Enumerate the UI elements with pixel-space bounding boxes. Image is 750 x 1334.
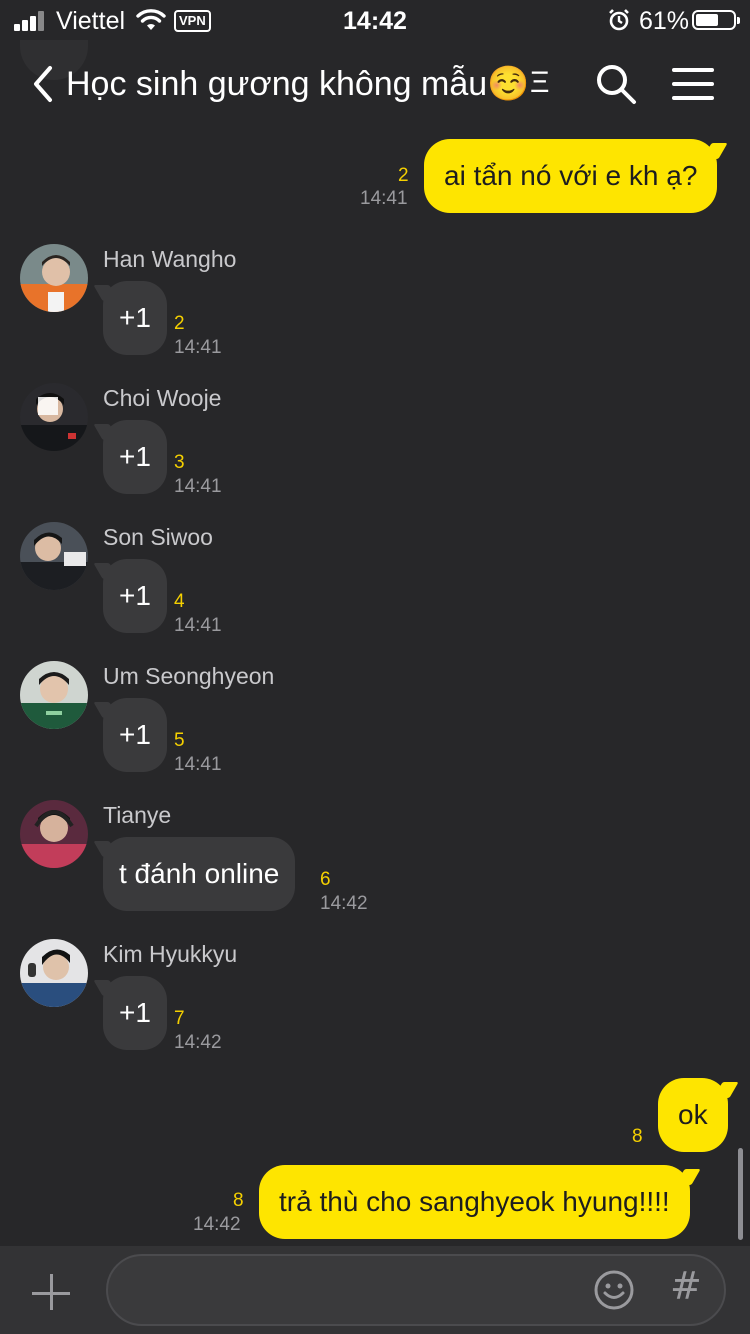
unread-count: 3 bbox=[174, 452, 185, 473]
status-bar: Viettel VPN 14:42 61% bbox=[0, 0, 750, 40]
battery-percentage: 61% bbox=[639, 7, 690, 35]
avatar[interactable] bbox=[20, 939, 88, 1007]
message-time: 14:42 bbox=[320, 893, 368, 914]
avatar[interactable] bbox=[20, 800, 88, 868]
unread-count: 8 bbox=[233, 1190, 244, 1211]
sender-name: Choi Wooje bbox=[103, 385, 222, 411]
sender-name: Tianye bbox=[103, 802, 172, 828]
their-message-bubble[interactable]: +1 bbox=[103, 976, 167, 1050]
message-input[interactable] bbox=[132, 1270, 582, 1310]
my-message-bubble[interactable]: trả thù cho sanghyeok hyung!!!! bbox=[259, 1165, 690, 1239]
message-time: 14:41 bbox=[174, 337, 222, 358]
avatar[interactable] bbox=[20, 383, 88, 451]
unread-count: 7 bbox=[174, 1008, 185, 1029]
sender-name: Son Siwoo bbox=[103, 524, 213, 550]
message-time: 14:41 bbox=[174, 754, 222, 775]
unread-count: 2 bbox=[174, 313, 185, 334]
their-message-bubble[interactable]: +1 bbox=[103, 281, 167, 355]
avatar[interactable] bbox=[20, 661, 88, 729]
emoji-icon[interactable] bbox=[592, 1268, 636, 1312]
sender-name: Kim Hyukkyu bbox=[103, 941, 238, 967]
message-time: 14:41 bbox=[360, 188, 408, 209]
message-input-container[interactable]: # bbox=[106, 1254, 726, 1326]
search-icon[interactable] bbox=[594, 62, 638, 106]
scrollbar[interactable] bbox=[738, 1148, 743, 1240]
their-message-bubble[interactable]: +1 bbox=[103, 698, 167, 772]
battery-icon bbox=[692, 10, 740, 30]
avatar[interactable] bbox=[20, 244, 88, 312]
sender-name: Um Seonghyeon bbox=[103, 663, 275, 689]
hashtag-icon[interactable]: # bbox=[670, 1264, 702, 1308]
message-input-bar: # bbox=[0, 1246, 750, 1334]
status-time: 14:42 bbox=[343, 7, 407, 35]
back-chevron-icon[interactable] bbox=[28, 64, 58, 104]
unread-count: 6 bbox=[320, 869, 331, 890]
my-message-bubble[interactable]: ai tẩn nó với e kh ạ? bbox=[424, 139, 718, 213]
their-message-bubble[interactable]: +1 bbox=[103, 420, 167, 494]
unread-count: 5 bbox=[174, 730, 185, 751]
avatar[interactable] bbox=[20, 522, 88, 590]
message-time: 14:42 bbox=[193, 1214, 241, 1235]
my-message-bubble[interactable]: ok bbox=[658, 1078, 728, 1152]
menu-icon[interactable] bbox=[672, 66, 716, 102]
battery-fill bbox=[696, 14, 718, 26]
unread-count: 2 bbox=[398, 165, 409, 186]
sender-name: Han Wangho bbox=[103, 246, 237, 272]
message-time: 14:41 bbox=[174, 615, 222, 636]
message-time: 14:41 bbox=[174, 476, 222, 497]
chat-title: Học sinh gương không mẫu☺️ bbox=[66, 65, 530, 103]
unread-count: 8 bbox=[632, 1126, 643, 1147]
message-time: 14:42 bbox=[174, 1032, 222, 1053]
alarm-icon bbox=[609, 9, 629, 31]
chat-header: Học sinh gương không mẫu☺️ Ξ bbox=[0, 40, 750, 130]
unread-count: 4 bbox=[174, 591, 185, 612]
their-message-bubble[interactable]: +1 bbox=[103, 559, 167, 633]
plus-icon[interactable] bbox=[30, 1272, 72, 1314]
their-message-bubble[interactable]: t đánh online bbox=[103, 837, 296, 911]
title-extra-glyph: Ξ bbox=[530, 66, 550, 99]
